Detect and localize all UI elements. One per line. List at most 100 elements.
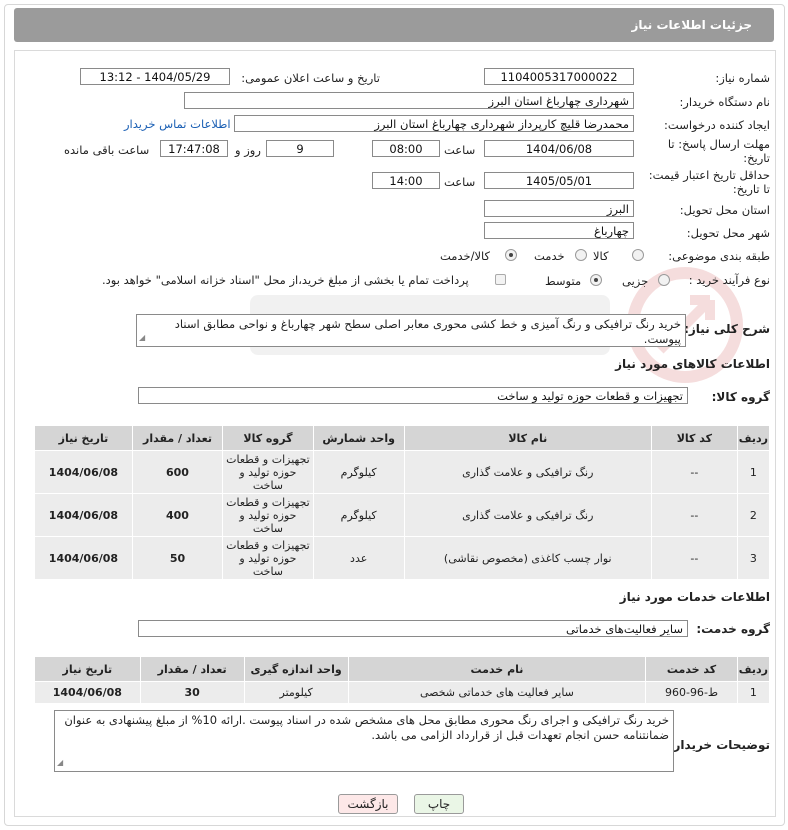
cell-name: نوار چسب کاغذی (مخصوص نقاشی) [403, 536, 652, 580]
col-header: گروه کالا [222, 425, 314, 451]
summary-text: خرید رنگ ترافیکی و رنگ آمیزی و خط کشی مح… [174, 317, 681, 346]
need-number-label: شماره نیاز: [715, 71, 770, 85]
purchase-radio-medium[interactable] [590, 274, 602, 286]
col-header: ردیف [736, 425, 771, 451]
cell-name: سایر فعالیت های خدماتی شخصی [347, 681, 647, 704]
announce-datetime-label: تاریخ و ساعت اعلان عمومی: [241, 71, 380, 85]
cell-date: 1404/06/08 [34, 681, 141, 704]
announce-datetime-field: 1404/05/29 - 13:12 [80, 68, 230, 85]
buyer-notes-textarea[interactable]: خرید رنگ ترافیکی و اجرای رنگ محوری مطابق… [54, 710, 674, 772]
cell-qty: 600 [131, 450, 224, 494]
category-option-service: خدمت [534, 249, 565, 263]
cell-qty: 30 [139, 681, 245, 704]
cell-group: تجهیزات و قطعات حوزه تولید و ساخت [222, 493, 314, 537]
table-row: 1 -- رنگ ترافیکی و علامت گذاری کیلوگرم ت… [34, 450, 771, 494]
cell-group: تجهیزات و قطعات حوزه تولید و ساخت [222, 450, 314, 494]
reply-deadline-date-field: 1404/06/08 [484, 140, 634, 157]
col-header: نام کالا [403, 425, 652, 451]
category-option-goods-service: کالا/خدمت [440, 249, 491, 263]
price-validity-time-label: ساعت [444, 175, 476, 189]
purchase-option-medium: متوسط [545, 274, 582, 288]
col-header: تاریخ نیاز [34, 656, 141, 682]
days-remaining-field: 9 [266, 140, 334, 157]
goods-table: ردیف کد کالا نام کالا واحد شمارش گروه کا… [34, 425, 771, 580]
category-radio-goods[interactable] [632, 249, 644, 261]
buyer-org-label: نام دستگاه خریدار: [679, 95, 770, 109]
purchase-option-minor: جزیی [622, 274, 649, 288]
reply-deadline-time-field: 08:00 [372, 140, 440, 157]
buyer-contact-link[interactable]: اطلاعات تماس خریدار [124, 117, 231, 131]
purchase-type-label: نوع فرآیند خرید : [688, 273, 770, 287]
cell-date: 1404/06/08 [34, 450, 133, 494]
services-section-title: اطلاعات خدمات مورد نیاز [619, 590, 770, 604]
delivery-city-label: شهر محل تحویل: [686, 226, 770, 240]
category-label: طبقه بندی موضوعی: [668, 249, 770, 263]
cell-name: رنگ ترافیکی و علامت گذاری [403, 450, 652, 494]
cell-unit: کیلومتر [243, 681, 349, 704]
cell-code: -- [650, 493, 738, 537]
cell-unit: عدد [312, 536, 405, 580]
time-remaining-label: ساعت باقی مانده [64, 143, 150, 157]
resize-grip-icon[interactable]: ◢ [57, 755, 63, 770]
cell-date: 1404/06/08 [34, 493, 133, 537]
creator-field: محمدرضا قلیچ کارپرداز شهرداری چهارباغ اس… [234, 115, 634, 132]
col-header: ردیف [736, 656, 771, 682]
cell-code: -- [650, 536, 738, 580]
back-button[interactable]: بازگشت [338, 794, 398, 814]
col-header: نام خدمت [347, 656, 647, 682]
summary-label: شرح کلی نیاز: [684, 322, 770, 336]
services-group-label: گروه خدمت: [696, 622, 770, 636]
cell-idx: 1 [736, 681, 771, 704]
delivery-province-label: استان محل تحویل: [679, 203, 770, 217]
goods-group-label: گروه کالا: [711, 390, 770, 404]
cell-idx: 3 [736, 536, 771, 580]
purchase-radio-minor[interactable] [658, 274, 670, 286]
delivery-province-field: البرز [484, 200, 634, 217]
cell-name: رنگ ترافیکی و علامت گذاری [403, 493, 652, 537]
delivery-city-field: چهارباغ [484, 222, 634, 239]
goods-group-field: تجهیزات و قطعات حوزه تولید و ساخت [138, 387, 688, 404]
table-row: 3 -- نوار چسب کاغذی (مخصوص نقاشی) عدد تج… [34, 536, 771, 580]
cell-date: 1404/06/08 [34, 536, 133, 580]
cell-unit: کیلوگرم [312, 450, 405, 494]
treasury-docs-checkbox[interactable] [495, 274, 506, 285]
cell-code: -- [650, 450, 738, 494]
table-row: 1 ط-96-960 سایر فعالیت های خدماتی شخصی ک… [34, 681, 771, 704]
buyer-org-field: شهرداری چهارباغ استان البرز [184, 92, 634, 109]
services-table-header: ردیف کد خدمت نام خدمت واحد اندازه گیری ت… [34, 656, 771, 682]
page-root: جزئیات اطلاعات نیاز شماره نیاز: 11040053… [0, 0, 788, 830]
services-group-field: سایر فعالیت‌های خدماتی [138, 620, 688, 637]
reply-deadline-label: مهلت ارسال پاسخ: تا تاریخ: [667, 137, 770, 165]
col-header: کد کالا [650, 425, 738, 451]
col-header: تاریخ نیاز [34, 425, 133, 451]
category-option-goods: کالا [593, 249, 609, 263]
cell-qty: 400 [131, 493, 224, 537]
page-title: جزئیات اطلاعات نیاز [631, 18, 752, 32]
buyer-notes-text: خرید رنگ ترافیکی و اجرای رنگ محوری مطابق… [64, 713, 669, 742]
page-header: جزئیات اطلاعات نیاز [14, 8, 774, 42]
price-validity-label: حداقل تاریخ اعتبار قیمت: تا تاریخ: [648, 168, 770, 196]
col-header: تعداد / مقدار [131, 425, 224, 451]
buyer-notes-label: توضیحات خریدار: [668, 738, 770, 752]
time-remaining-field: 17:47:08 [160, 140, 228, 157]
print-button[interactable]: چاپ [414, 794, 464, 814]
reply-time-label: ساعت [444, 143, 476, 157]
resize-grip-icon[interactable]: ◢ [139, 330, 145, 345]
cell-idx: 1 [736, 450, 771, 494]
cell-unit: کیلوگرم [312, 493, 405, 537]
cell-group: تجهیزات و قطعات حوزه تولید و ساخت [222, 536, 314, 580]
cell-code: ط-96-960 [645, 681, 738, 704]
summary-textarea[interactable]: خرید رنگ ترافیکی و رنگ آمیزی و خط کشی مح… [136, 314, 686, 347]
col-header: کد خدمت [645, 656, 738, 682]
category-radio-goods-service[interactable] [505, 249, 517, 261]
price-validity-date-field: 1405/05/01 [484, 172, 634, 189]
cell-qty: 50 [131, 536, 224, 580]
services-table: ردیف کد خدمت نام خدمت واحد اندازه گیری ت… [34, 656, 771, 704]
treasury-docs-note: پرداخت تمام یا بخشی از مبلغ خرید،از محل … [102, 273, 469, 287]
col-header: واحد اندازه گیری [243, 656, 349, 682]
category-radio-service[interactable] [575, 249, 587, 261]
table-row: 2 -- رنگ ترافیکی و علامت گذاری کیلوگرم ت… [34, 493, 771, 537]
goods-table-header: ردیف کد کالا نام کالا واحد شمارش گروه کا… [34, 425, 771, 451]
need-number-field: 1104005317000022 [484, 68, 634, 85]
col-header: تعداد / مقدار [139, 656, 245, 682]
